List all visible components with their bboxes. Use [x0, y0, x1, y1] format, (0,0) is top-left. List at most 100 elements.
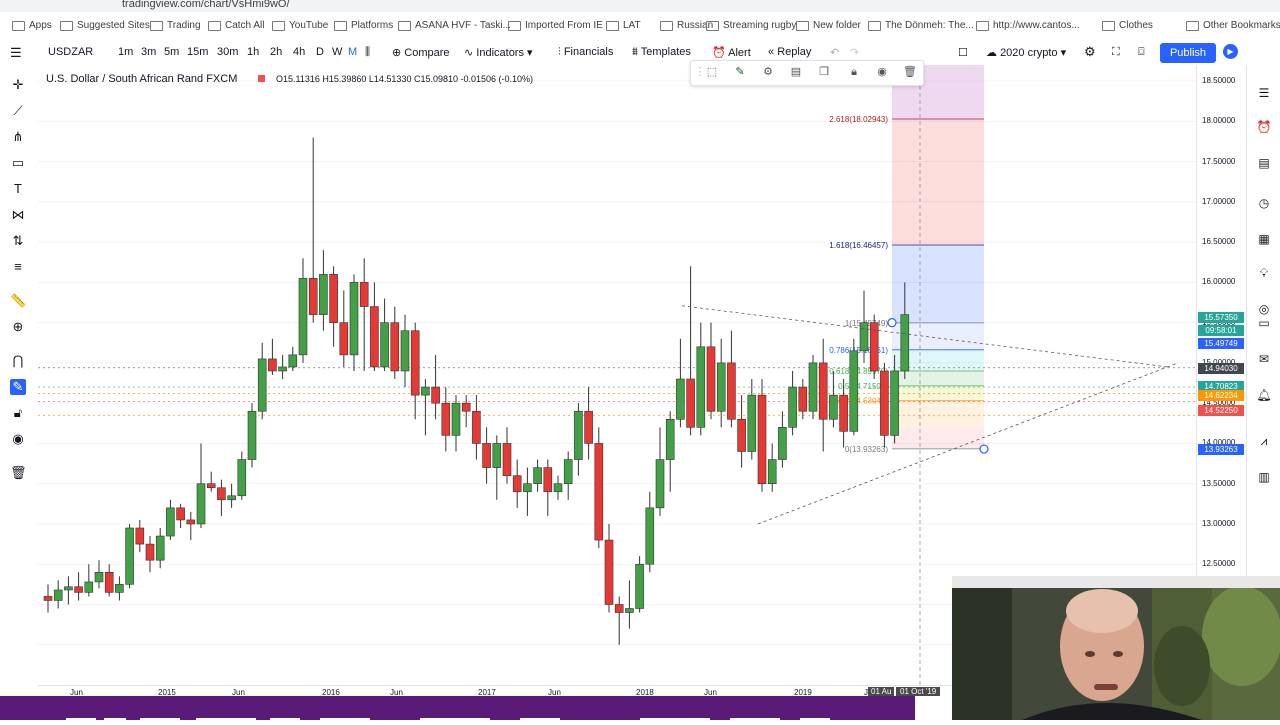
candle-body [859, 322, 869, 352]
alert-label: Alert [728, 47, 751, 59]
candle-body [196, 483, 206, 525]
candle-body [319, 274, 328, 315]
eye-icon[interactable]: ◉ [10, 431, 26, 447]
settings-gear-icon[interactable]: ⚙ [1084, 44, 1096, 60]
fib-anchor-handle[interactable] [887, 318, 897, 328]
template-icon[interactable]: ⬚ [705, 65, 719, 79]
replay-button[interactable]: « Replay [768, 46, 811, 58]
interval-button[interactable]: 1m [118, 46, 133, 58]
bookmark-item[interactable]: Streaming rugby [706, 20, 796, 31]
fib-icon[interactable]: ≡ [10, 259, 26, 275]
redo-icon[interactable]: ↷ [850, 46, 859, 59]
bookmark-item[interactable]: New folder [796, 20, 861, 31]
candle-body [421, 386, 430, 396]
lock-drawing-icon[interactable]: 🔒︎ [847, 65, 861, 79]
indicators-button[interactable]: ∿ Indicators ▾ [464, 46, 533, 59]
layout-menu[interactable]: ☁ 2020 crypto ▾ [986, 46, 1066, 59]
bookmark-label: YouTube [289, 20, 329, 31]
clone-icon[interactable]: ❐ [817, 65, 831, 79]
drawing-settings-icon[interactable]: ⚙ [761, 65, 775, 79]
fib-anchor-handle[interactable] [979, 444, 989, 454]
delete-drawing-icon[interactable]: 🗑︎ [903, 65, 917, 79]
magnet-icon[interactable]: ⋂ [10, 353, 26, 369]
bookmark-item[interactable]: Clothes [1102, 20, 1153, 31]
camera-icon[interactable]: ⌼ [1138, 46, 1145, 59]
bookmark-item[interactable]: Imported From IE [508, 20, 603, 31]
hotlist-icon[interactable]: ◷ [1256, 195, 1272, 211]
messages-icon[interactable]: ✉ [1256, 351, 1272, 367]
bookmark-item[interactable]: Suggested Sites [60, 20, 150, 31]
lock-icon[interactable]: 🔓︎ [10, 405, 26, 421]
symbol-search[interactable]: USDZAR [48, 46, 93, 58]
candle-body [533, 467, 542, 485]
hide-drawing-icon[interactable]: ◉ [875, 65, 889, 79]
fib-zone [892, 245, 984, 323]
financials-button[interactable]: ⫶ Financials [558, 46, 613, 59]
bookmark-item[interactable]: http://www.cantos... [976, 20, 1080, 31]
notifications-bell-icon[interactable]: 🔔︎ [1256, 387, 1272, 403]
play-icon[interactable]: ▶ [1223, 44, 1238, 59]
compare-button[interactable]: ⊕ Compare [392, 46, 450, 59]
zoom-icon[interactable]: ⊕ [10, 319, 26, 335]
visual-order-icon[interactable]: ▤ [789, 65, 803, 79]
bookmark-item[interactable]: YouTube [272, 20, 328, 31]
alerts-clock-icon[interactable]: ⏰ [1256, 119, 1272, 135]
undo-icon[interactable]: ↶ [830, 46, 839, 59]
rectangle-icon[interactable]: ▭ [10, 155, 26, 171]
interval-button[interactable]: 3m [141, 46, 156, 58]
bookmark-item[interactable]: LAT [606, 20, 641, 31]
bookmark-item[interactable]: Trading [150, 20, 201, 31]
bookmark-folder-icon [976, 20, 989, 31]
interval-button[interactable]: 30m [217, 46, 238, 58]
alert-button[interactable]: ⏰ Alert [712, 46, 751, 59]
bookmark-item[interactable]: Other Bookmarks [1186, 20, 1280, 31]
pencil-active-icon[interactable]: ✎ [10, 379, 26, 395]
interval-button[interactable]: 2h [270, 46, 282, 58]
dom-icon[interactable]: ▥ [1256, 469, 1272, 485]
fullscreen-square-icon[interactable]: ☐ [958, 46, 968, 59]
interval-button[interactable]: D [316, 46, 324, 58]
publish-button[interactable]: Publish [1160, 43, 1216, 63]
calendar-icon[interactable]: ▦ [1256, 231, 1272, 247]
interval-button[interactable]: 5m [164, 46, 179, 58]
data-window-icon[interactable]: ▤ [1256, 155, 1272, 171]
ideas-bulb-icon[interactable]: 💡︎ [1256, 265, 1272, 281]
interval-button[interactable]: 15m [187, 46, 208, 58]
interval-button[interactable]: 1h [247, 46, 259, 58]
watchlist-icon[interactable]: ☰ [1256, 85, 1272, 101]
expand-icon[interactable]: ⛶ [1112, 46, 1120, 59]
trash-icon[interactable]: 🗑︎ [10, 465, 27, 481]
bookmark-item[interactable]: Catch All [208, 20, 264, 31]
candle-body [176, 507, 185, 521]
interval-button[interactable]: W [332, 46, 342, 58]
bookmark-item[interactable]: Apps [12, 20, 52, 31]
bar-style-icon[interactable]: ⫼ [365, 46, 370, 59]
bookmark-item[interactable]: Platforms [334, 20, 393, 31]
ruler-icon[interactable]: 📏 [10, 293, 26, 309]
line-color-icon[interactable]: ✎ [733, 65, 747, 79]
crosshair-icon[interactable]: ✛ [10, 77, 26, 93]
chat-icon[interactable]: ▭ [1256, 315, 1272, 331]
candle-body [737, 418, 746, 452]
candle-body [625, 608, 634, 613]
menu-icon[interactable]: ☰ [10, 45, 22, 61]
trendline-icon[interactable]: ⟋ [10, 103, 26, 119]
candle-body [849, 350, 859, 432]
bookmark-folder-icon [706, 20, 719, 31]
candle-body [543, 467, 553, 493]
bookmark-item[interactable]: ASANA HVF - Taski... [398, 20, 511, 31]
interval-button[interactable]: M [348, 46, 357, 58]
text-tool-icon[interactable]: T [10, 181, 26, 197]
browser-url-bar[interactable]: tradingview.com/chart/VsHmi9wO/ [0, 0, 1280, 12]
interval-button[interactable]: 4h [293, 46, 305, 58]
pattern-icon[interactable]: ⋈ [10, 207, 26, 223]
ohlc-values: O15.11316 H15.39860 L14.51330 C15.09810 … [276, 74, 534, 84]
candle-body [288, 354, 298, 368]
prediction-icon[interactable]: ⇅ [10, 233, 26, 249]
url-text[interactable]: tradingview.com/chart/VsHmi9wO/ [122, 0, 290, 10]
templates-button[interactable]: ⩩ Templates [632, 46, 691, 59]
pitchfork-icon[interactable]: ⋔ [10, 129, 26, 145]
bookmark-item[interactable]: The Dönmeh: The... [868, 20, 974, 31]
candle-body [135, 527, 145, 545]
order-panel-icon[interactable]: ⩘ [1256, 433, 1272, 449]
